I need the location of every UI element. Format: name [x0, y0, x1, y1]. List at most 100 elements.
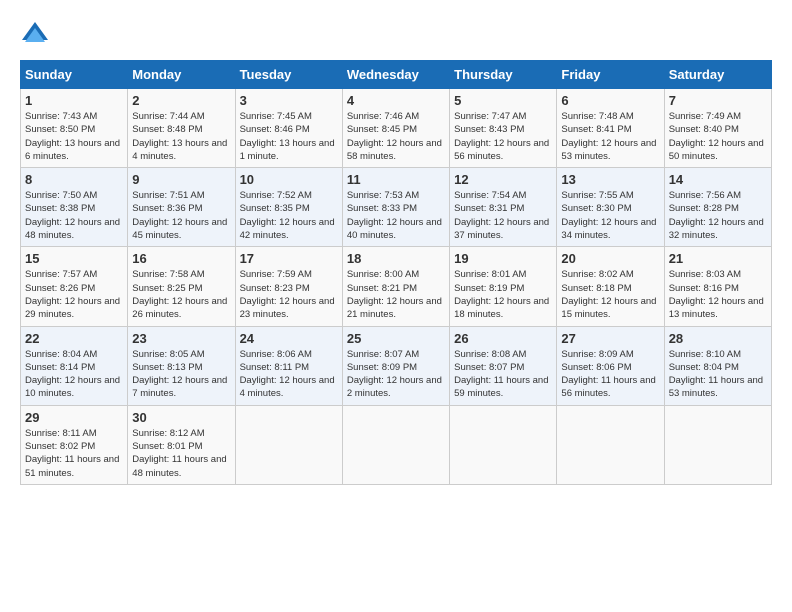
calendar-cell: 9 Sunrise: 7:51 AM Sunset: 8:36 PM Daylig… [128, 168, 235, 247]
calendar-cell: 14 Sunrise: 7:56 AM Sunset: 8:28 PM Dayli… [664, 168, 771, 247]
calendar-week-5: 29 Sunrise: 8:11 AM Sunset: 8:02 PM Dayli… [21, 405, 772, 484]
day-info: Sunrise: 7:45 AM Sunset: 8:46 PM Dayligh… [240, 110, 338, 163]
weekday-header-thursday: Thursday [450, 61, 557, 89]
day-info: Sunrise: 7:47 AM Sunset: 8:43 PM Dayligh… [454, 110, 552, 163]
day-number: 15 [25, 251, 123, 266]
day-number: 9 [132, 172, 230, 187]
day-number: 8 [25, 172, 123, 187]
calendar-week-2: 8 Sunrise: 7:50 AM Sunset: 8:38 PM Daylig… [21, 168, 772, 247]
logo [20, 20, 54, 50]
day-info: Sunrise: 8:06 AM Sunset: 8:11 PM Dayligh… [240, 348, 338, 401]
day-number: 2 [132, 93, 230, 108]
day-number: 5 [454, 93, 552, 108]
day-info: Sunrise: 8:01 AM Sunset: 8:19 PM Dayligh… [454, 268, 552, 321]
weekday-header-saturday: Saturday [664, 61, 771, 89]
calendar-week-4: 22 Sunrise: 8:04 AM Sunset: 8:14 PM Dayli… [21, 326, 772, 405]
day-number: 13 [561, 172, 659, 187]
day-number: 12 [454, 172, 552, 187]
day-number: 1 [25, 93, 123, 108]
day-info: Sunrise: 8:04 AM Sunset: 8:14 PM Dayligh… [25, 348, 123, 401]
day-info: Sunrise: 8:12 AM Sunset: 8:01 PM Dayligh… [132, 427, 230, 480]
day-info: Sunrise: 7:46 AM Sunset: 8:45 PM Dayligh… [347, 110, 445, 163]
calendar-cell: 1 Sunrise: 7:43 AM Sunset: 8:50 PM Daylig… [21, 89, 128, 168]
page-header [20, 20, 772, 50]
day-number: 24 [240, 331, 338, 346]
calendar-cell: 13 Sunrise: 7:55 AM Sunset: 8:30 PM Dayli… [557, 168, 664, 247]
day-info: Sunrise: 8:05 AM Sunset: 8:13 PM Dayligh… [132, 348, 230, 401]
calendar-cell [557, 405, 664, 484]
day-info: Sunrise: 8:02 AM Sunset: 8:18 PM Dayligh… [561, 268, 659, 321]
day-info: Sunrise: 7:48 AM Sunset: 8:41 PM Dayligh… [561, 110, 659, 163]
calendar-cell: 18Sunrise: 8:00 AM Sunset: 8:21 PM Dayli… [342, 247, 449, 326]
day-info: Sunrise: 8:07 AM Sunset: 8:09 PM Dayligh… [347, 348, 445, 401]
calendar-cell: 30 Sunrise: 8:12 AM Sunset: 8:01 PM Dayli… [128, 405, 235, 484]
weekday-header-wednesday: Wednesday [342, 61, 449, 89]
calendar-table: SundayMondayTuesdayWednesdayThursdayFrid… [20, 60, 772, 485]
calendar-week-1: 1 Sunrise: 7:43 AM Sunset: 8:50 PM Daylig… [21, 89, 772, 168]
day-info: Sunrise: 7:43 AM Sunset: 8:50 PM Dayligh… [25, 110, 123, 163]
day-number: 30 [132, 410, 230, 425]
day-number: 27 [561, 331, 659, 346]
calendar-cell: 16 Sunrise: 7:58 AM Sunset: 8:25 PM Dayli… [128, 247, 235, 326]
day-number: 11 [347, 172, 445, 187]
day-info: Sunrise: 7:56 AM Sunset: 8:28 PM Dayligh… [669, 189, 767, 242]
calendar-cell: 10 Sunrise: 7:52 AM Sunset: 8:35 PM Dayli… [235, 168, 342, 247]
day-info: Sunrise: 8:08 AM Sunset: 8:07 PM Dayligh… [454, 348, 552, 401]
calendar-cell: 15 Sunrise: 7:57 AM Sunset: 8:26 PM Dayli… [21, 247, 128, 326]
day-number: 16 [132, 251, 230, 266]
calendar-cell: 3Sunrise: 7:45 AM Sunset: 8:46 PM Daylig… [235, 89, 342, 168]
day-number: 7 [669, 93, 767, 108]
day-info: Sunrise: 8:00 AM Sunset: 8:21 PM Dayligh… [347, 268, 445, 321]
calendar-body: 1 Sunrise: 7:43 AM Sunset: 8:50 PM Daylig… [21, 89, 772, 485]
calendar-cell: 24 Sunrise: 8:06 AM Sunset: 8:11 PM Dayli… [235, 326, 342, 405]
day-info: Sunrise: 7:53 AM Sunset: 8:33 PM Dayligh… [347, 189, 445, 242]
day-info: Sunrise: 8:03 AM Sunset: 8:16 PM Dayligh… [669, 268, 767, 321]
day-info: Sunrise: 7:50 AM Sunset: 8:38 PM Dayligh… [25, 189, 123, 242]
calendar-cell: 2 Sunrise: 7:44 AM Sunset: 8:48 PM Daylig… [128, 89, 235, 168]
weekday-header-monday: Monday [128, 61, 235, 89]
day-number: 14 [669, 172, 767, 187]
day-number: 29 [25, 410, 123, 425]
calendar-cell: 17 Sunrise: 7:59 AM Sunset: 8:23 PM Dayli… [235, 247, 342, 326]
day-info: Sunrise: 7:59 AM Sunset: 8:23 PM Dayligh… [240, 268, 338, 321]
calendar-header: SundayMondayTuesdayWednesdayThursdayFrid… [21, 61, 772, 89]
calendar-cell: 12Sunrise: 7:54 AM Sunset: 8:31 PM Dayli… [450, 168, 557, 247]
calendar-cell: 20Sunrise: 8:02 AM Sunset: 8:18 PM Dayli… [557, 247, 664, 326]
day-number: 25 [347, 331, 445, 346]
day-number: 10 [240, 172, 338, 187]
calendar-week-3: 15 Sunrise: 7:57 AM Sunset: 8:26 PM Dayli… [21, 247, 772, 326]
calendar-cell [664, 405, 771, 484]
day-number: 6 [561, 93, 659, 108]
calendar-cell: 11 Sunrise: 7:53 AM Sunset: 8:33 PM Dayli… [342, 168, 449, 247]
day-info: Sunrise: 7:57 AM Sunset: 8:26 PM Dayligh… [25, 268, 123, 321]
calendar-cell: 28Sunrise: 8:10 AM Sunset: 8:04 PM Dayli… [664, 326, 771, 405]
weekday-header-row: SundayMondayTuesdayWednesdayThursdayFrid… [21, 61, 772, 89]
day-info: Sunrise: 7:58 AM Sunset: 8:25 PM Dayligh… [132, 268, 230, 321]
calendar-cell: 22 Sunrise: 8:04 AM Sunset: 8:14 PM Dayli… [21, 326, 128, 405]
day-number: 4 [347, 93, 445, 108]
logo-icon [20, 20, 50, 50]
day-info: Sunrise: 8:09 AM Sunset: 8:06 PM Dayligh… [561, 348, 659, 401]
day-number: 19 [454, 251, 552, 266]
calendar-cell: 6 Sunrise: 7:48 AM Sunset: 8:41 PM Daylig… [557, 89, 664, 168]
day-number: 26 [454, 331, 552, 346]
day-info: Sunrise: 7:55 AM Sunset: 8:30 PM Dayligh… [561, 189, 659, 242]
calendar-cell [450, 405, 557, 484]
calendar-cell: 4 Sunrise: 7:46 AM Sunset: 8:45 PM Daylig… [342, 89, 449, 168]
calendar-cell: 19 Sunrise: 8:01 AM Sunset: 8:19 PM Dayli… [450, 247, 557, 326]
day-info: Sunrise: 7:52 AM Sunset: 8:35 PM Dayligh… [240, 189, 338, 242]
day-info: Sunrise: 7:44 AM Sunset: 8:48 PM Dayligh… [132, 110, 230, 163]
calendar-cell: 8 Sunrise: 7:50 AM Sunset: 8:38 PM Daylig… [21, 168, 128, 247]
day-number: 21 [669, 251, 767, 266]
day-number: 28 [669, 331, 767, 346]
day-info: Sunrise: 7:51 AM Sunset: 8:36 PM Dayligh… [132, 189, 230, 242]
calendar-cell: 7Sunrise: 7:49 AM Sunset: 8:40 PM Daylig… [664, 89, 771, 168]
day-info: Sunrise: 8:11 AM Sunset: 8:02 PM Dayligh… [25, 427, 123, 480]
day-number: 23 [132, 331, 230, 346]
calendar-cell: 26 Sunrise: 8:08 AM Sunset: 8:07 PM Dayli… [450, 326, 557, 405]
day-number: 22 [25, 331, 123, 346]
weekday-header-friday: Friday [557, 61, 664, 89]
calendar-cell [342, 405, 449, 484]
calendar-cell: 25 Sunrise: 8:07 AM Sunset: 8:09 PM Dayli… [342, 326, 449, 405]
day-number: 17 [240, 251, 338, 266]
